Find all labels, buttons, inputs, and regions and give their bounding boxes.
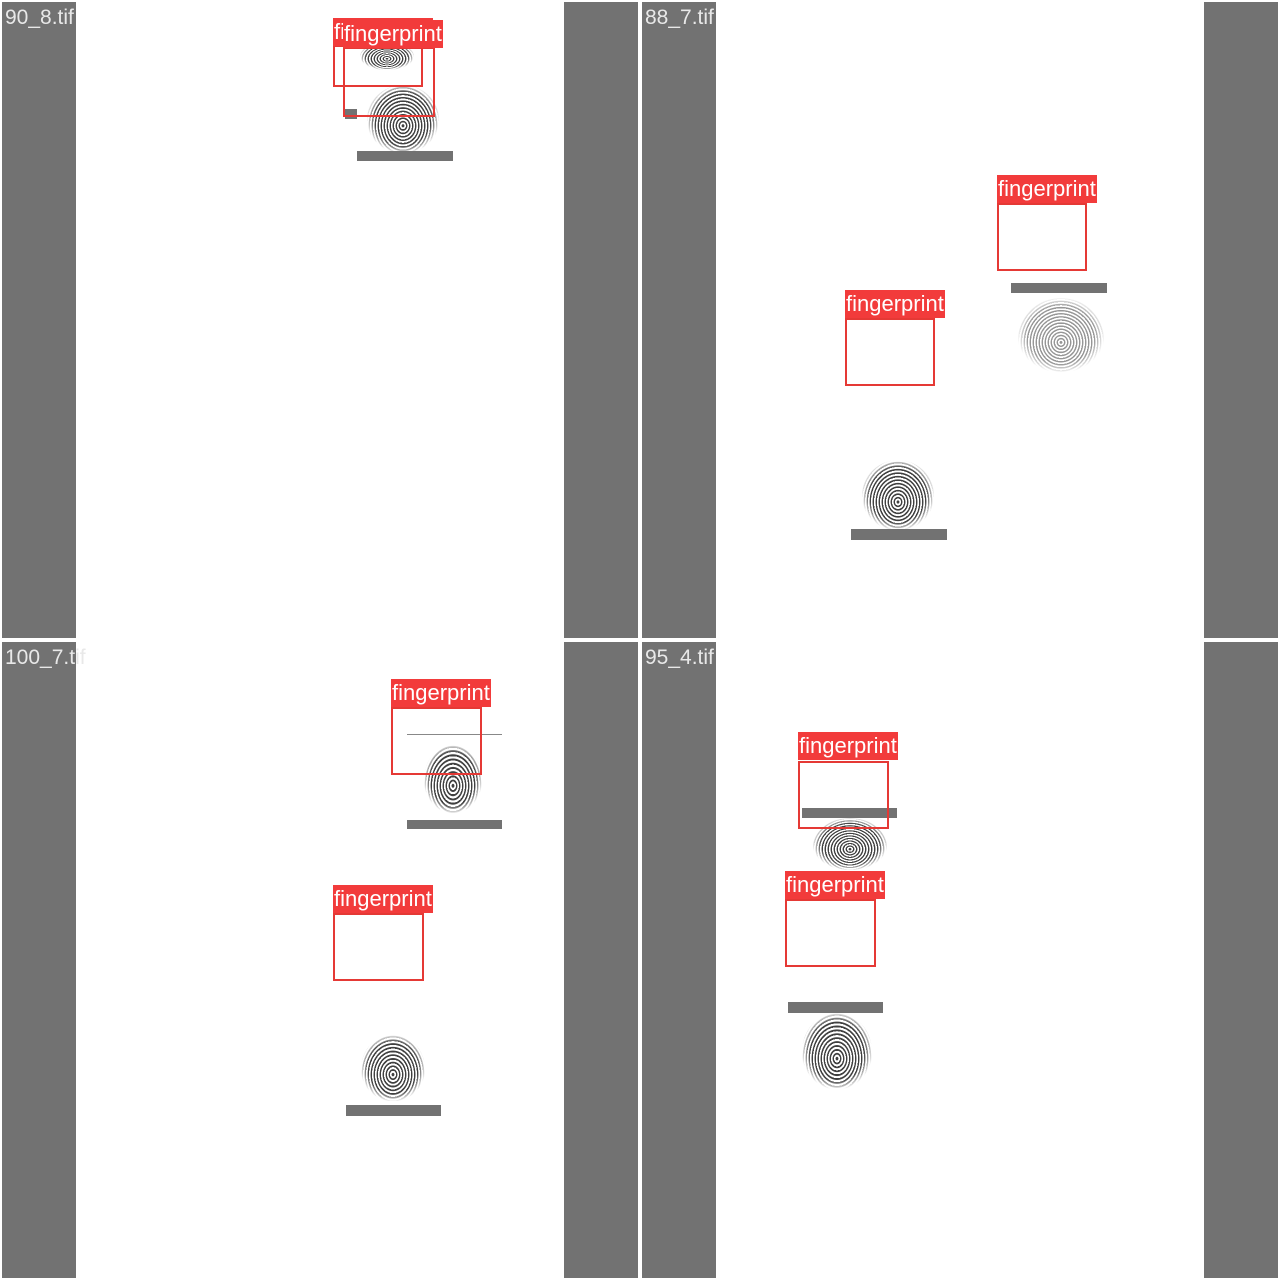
letterbox-strip (2, 642, 76, 1278)
bounding-box (785, 899, 876, 967)
gray-bar (357, 151, 453, 161)
letterbox-strip (642, 642, 716, 1278)
tile-filename: 95_4.tif (645, 646, 714, 669)
letterbox-strip (564, 642, 638, 1278)
letterbox-strip (1204, 2, 1278, 638)
fingerprint-image (361, 1035, 425, 1101)
letterbox-strip (2, 2, 76, 638)
box-label: fingerprint (997, 175, 1097, 203)
fingerprint-image (1018, 298, 1104, 372)
box-label: fingerprint (391, 679, 491, 707)
box-label: fingerprint (333, 885, 433, 913)
tile-filename: 88_7.tif (645, 6, 714, 29)
training-batch-mosaic: fingerprint fingerprint 90_8.tif fingerprin… (0, 0, 1280, 1280)
bounding-box (333, 913, 424, 981)
fingerprint-image (862, 460, 934, 530)
bounding-box (343, 47, 435, 117)
bounding-box (798, 761, 889, 829)
mosaic-tile: fingerprint fingerprint 95_4.tif (642, 642, 1278, 1278)
gray-bar (851, 529, 947, 540)
gray-bar (407, 820, 502, 829)
bounding-box (845, 318, 935, 386)
letterbox-strip (1204, 642, 1278, 1278)
letterbox-strip (642, 2, 716, 638)
bounding-box (391, 707, 482, 775)
mosaic-tile: fingerprint fingerprint 100_7.tif (2, 642, 638, 1278)
gray-bar (1011, 283, 1107, 293)
box-label: fingerprint (798, 732, 898, 760)
fingerprint-image (802, 1013, 872, 1089)
mosaic-tile: fingerprintfingerprint90_8.tif (2, 2, 638, 638)
box-label: fingerprint (845, 290, 945, 318)
gray-bar (788, 1002, 883, 1013)
gray-bar (346, 1105, 441, 1116)
mosaic-tile: fingerprint fingerprint 88_7.tif (642, 2, 1278, 638)
bounding-box (997, 203, 1087, 271)
tile-filename: 100_7.tif (5, 646, 86, 669)
box-label: fingerprint (785, 871, 885, 899)
tile-filename: 90_8.tif (5, 6, 74, 29)
letterbox-strip (564, 2, 638, 638)
box-label: fingerprint (343, 20, 443, 48)
